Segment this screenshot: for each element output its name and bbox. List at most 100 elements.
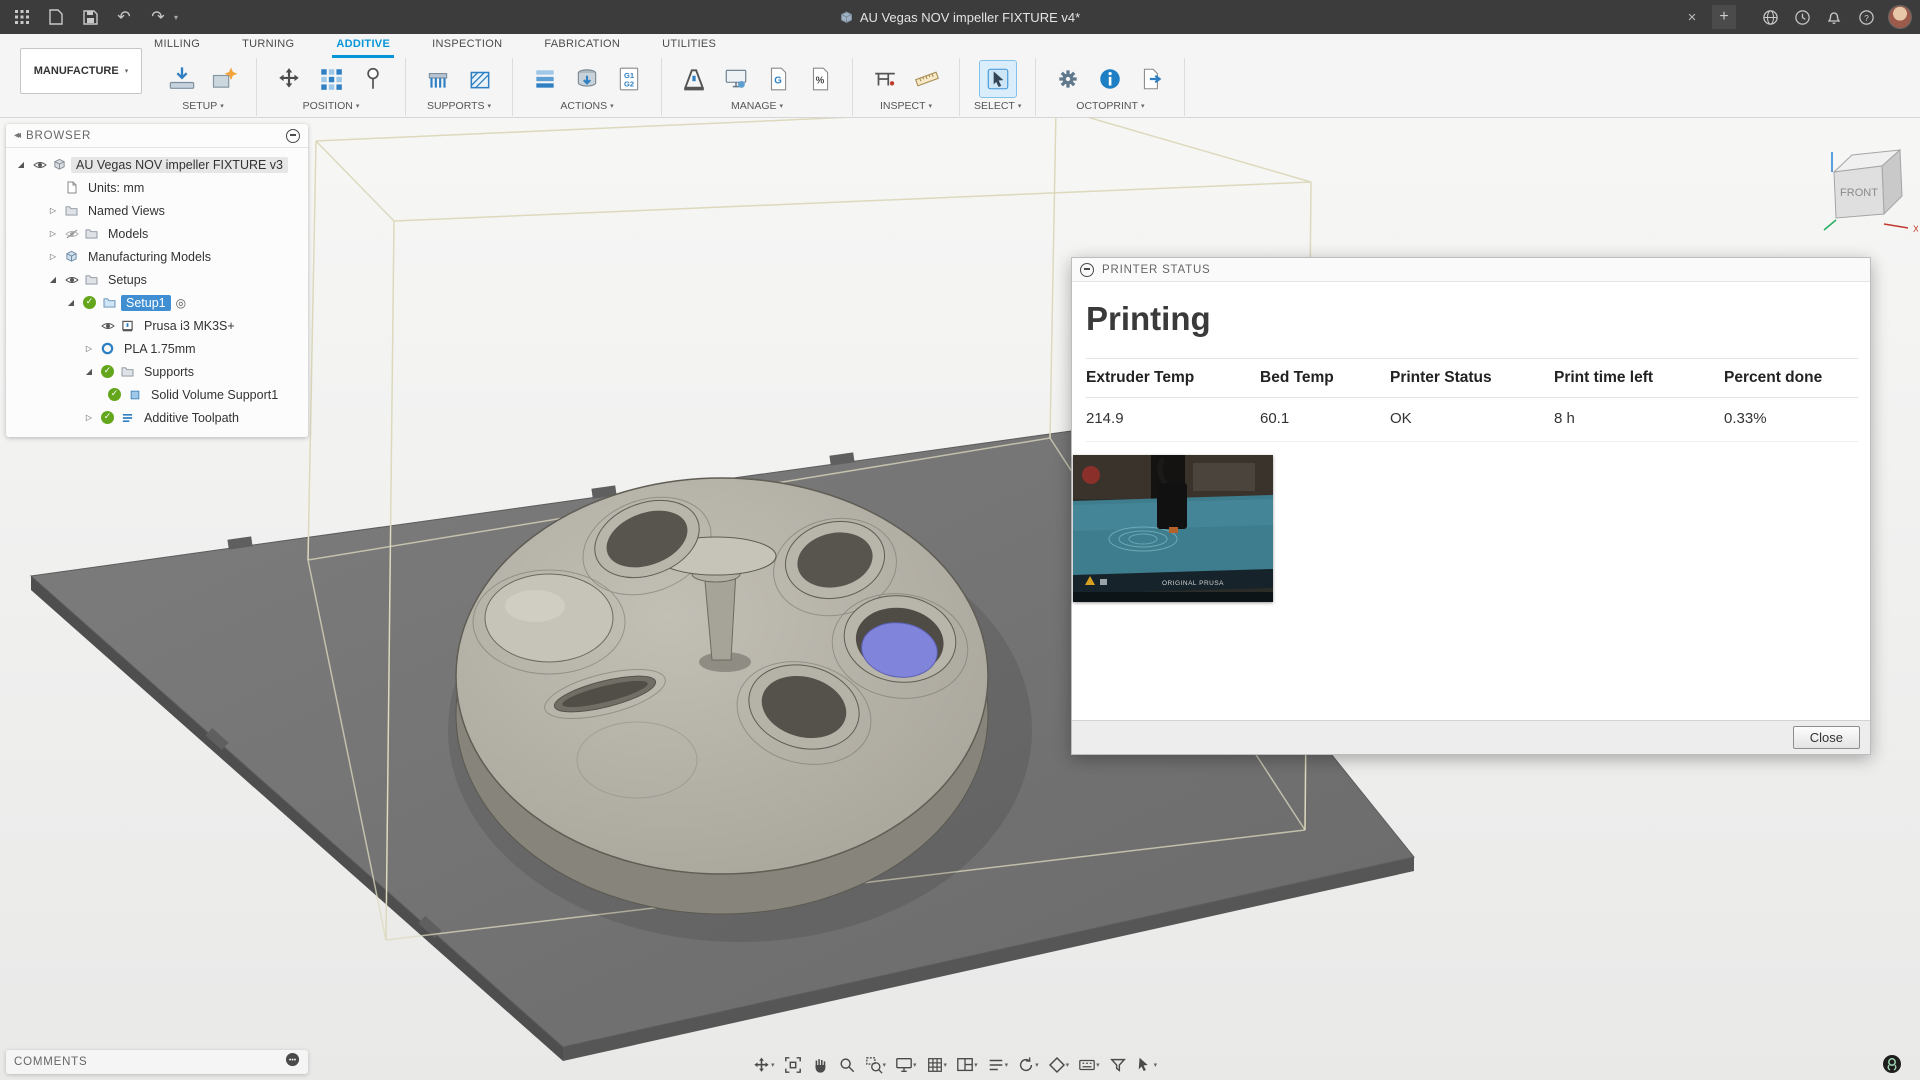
select-tool-icon[interactable]: [980, 61, 1016, 97]
view-cube[interactable]: FRONT X: [1818, 138, 1918, 238]
expand-arrow-icon[interactable]: ◢: [14, 160, 28, 169]
position-icon[interactable]: ▾: [752, 1056, 775, 1075]
close-tab-icon[interactable]: ×: [1682, 7, 1702, 27]
tab-turning[interactable]: TURNING: [238, 34, 298, 58]
visual-style-icon[interactable]: ▾: [987, 1056, 1009, 1074]
move-icon[interactable]: [271, 61, 307, 97]
visibility-eye-off-icon[interactable]: [63, 229, 80, 239]
octoprint-settings-gear-icon[interactable]: [1050, 61, 1086, 97]
machine-library-icon[interactable]: [676, 61, 712, 97]
create-from-template-icon[interactable]: [206, 61, 242, 97]
tab-additive[interactable]: ADDITIVE: [332, 34, 394, 58]
expand-arrow-icon[interactable]: ▷: [46, 229, 60, 238]
measure-icon[interactable]: [867, 61, 903, 97]
active-setup-target-icon[interactable]: ◎: [176, 296, 186, 310]
zoom-window-icon[interactable]: ▾: [865, 1056, 887, 1074]
tab-fabrication[interactable]: FABRICATION: [540, 34, 624, 58]
octoprint-upload-icon[interactable]: [1134, 61, 1170, 97]
extensions-icon[interactable]: [1760, 7, 1780, 27]
close-button[interactable]: Close: [1793, 726, 1860, 749]
zoom-icon[interactable]: [838, 1056, 856, 1074]
named-views-icon[interactable]: ▾: [1048, 1056, 1070, 1074]
save-icon[interactable]: [80, 7, 100, 27]
tree-item-root[interactable]: ◢ AU Vegas NOV impeller FIXTURE v3: [6, 153, 308, 176]
group-label-setup[interactable]: SETUP▾: [182, 100, 224, 112]
display-settings-icon[interactable]: ▾: [895, 1056, 917, 1074]
redo-icon[interactable]: ↷: [148, 7, 168, 27]
collapse-panel-icon[interactable]: ◂◂: [14, 130, 18, 141]
tree-item-manufacturing-models[interactable]: ▷ Manufacturing Models: [6, 245, 308, 268]
tree-item-additive-toolpath[interactable]: ▷ ✓ Additive Toolpath: [6, 406, 308, 429]
expand-arrow-icon[interactable]: ◢: [46, 275, 60, 284]
tree-item-supports[interactable]: ◢ ✓ Supports: [6, 360, 308, 383]
comments-bubble-icon[interactable]: [285, 1052, 300, 1072]
machine-control-icon[interactable]: [718, 61, 754, 97]
tree-item-material[interactable]: ▷ PLA 1.75mm: [6, 337, 308, 360]
user-avatar[interactable]: [1888, 5, 1912, 29]
placement-pin-icon[interactable]: [355, 61, 391, 97]
tab-milling[interactable]: MILLING: [150, 34, 204, 58]
redo-dropdown-caret[interactable]: ▾: [174, 13, 178, 22]
printer-machine-icon: [119, 320, 136, 332]
slice-layers-icon[interactable]: [527, 61, 563, 97]
expand-arrow-icon[interactable]: ▷: [82, 413, 96, 422]
post-process-icon[interactable]: G1 G2: [611, 61, 647, 97]
fit-view-icon[interactable]: [784, 1056, 802, 1074]
expand-arrow-icon[interactable]: ▷: [46, 206, 60, 215]
ruler-icon[interactable]: [909, 61, 945, 97]
selection-tools-icon[interactable]: ▾: [1136, 1056, 1158, 1074]
expand-arrow-icon[interactable]: ▷: [82, 344, 96, 353]
group-label-supports[interactable]: SUPPORTS▾: [427, 100, 491, 112]
expand-arrow-icon[interactable]: ◢: [64, 298, 78, 307]
octoprint-info-icon[interactable]: [1092, 61, 1128, 97]
toolpath-ok-check-icon: ✓: [99, 411, 116, 424]
nc-program-icon[interactable]: G: [760, 61, 796, 97]
pan-hand-icon[interactable]: [811, 1056, 829, 1074]
templates-doc-icon[interactable]: %: [802, 61, 838, 97]
text-commands-icon[interactable]: ▾: [1078, 1056, 1100, 1074]
group-label-position[interactable]: POSITION▾: [303, 100, 360, 112]
tree-item-solid-volume-support[interactable]: ✓ Solid Volume Support1: [6, 383, 308, 406]
tree-item-models[interactable]: ▷ Models: [6, 222, 308, 245]
notifications-bell-icon[interactable]: [1824, 7, 1844, 27]
tab-inspection[interactable]: INSPECTION: [428, 34, 506, 58]
file-menu-icon[interactable]: [46, 7, 66, 27]
simulate-icon[interactable]: [569, 61, 605, 97]
comments-panel[interactable]: COMMENTS: [6, 1050, 308, 1074]
viewcube-front-label[interactable]: FRONT: [1840, 187, 1878, 199]
tree-item-named-views[interactable]: ▷ Named Views: [6, 199, 308, 222]
selection-filter-icon[interactable]: [1109, 1056, 1127, 1074]
group-label-octoprint[interactable]: OCTOPRINT▾: [1076, 100, 1144, 112]
collapse-dialog-icon[interactable]: [1080, 263, 1094, 277]
undo-icon[interactable]: ↶: [114, 7, 134, 27]
workspace-selector[interactable]: MANUFACTURE ▾: [20, 48, 142, 94]
support-volume-icon[interactable]: [420, 61, 456, 97]
grid-snaps-icon[interactable]: ▾: [926, 1056, 948, 1074]
new-setup-icon[interactable]: [164, 61, 200, 97]
octoprint-connection-icon[interactable]: [1882, 1054, 1902, 1074]
browser-panel-title: BROWSER: [26, 130, 278, 142]
app-grid-icon[interactable]: [12, 7, 32, 27]
refresh-orbit-icon[interactable]: ▾: [1017, 1056, 1039, 1074]
tree-item-units[interactable]: Units: mm: [6, 176, 308, 199]
visibility-eye-icon[interactable]: [99, 321, 116, 331]
group-label-select[interactable]: SELECT▾: [974, 100, 1021, 112]
expand-arrow-icon[interactable]: ▷: [46, 252, 60, 261]
tree-item-printer[interactable]: Prusa i3 MK3S+: [6, 314, 308, 337]
group-label-actions[interactable]: ACTIONS▾: [560, 100, 613, 112]
arrange-icon[interactable]: [313, 61, 349, 97]
support-bar-icon[interactable]: [462, 61, 498, 97]
tab-utilities[interactable]: UTILITIES: [658, 34, 720, 58]
job-status-icon[interactable]: [1792, 7, 1812, 27]
tree-item-setups[interactable]: ◢ Setups: [6, 268, 308, 291]
help-icon[interactable]: ?: [1856, 7, 1876, 27]
expand-arrow-icon[interactable]: ◢: [82, 367, 96, 376]
new-tab-button[interactable]: +: [1712, 5, 1736, 29]
group-label-manage[interactable]: MANAGE▾: [731, 100, 783, 112]
visibility-eye-icon[interactable]: [31, 160, 48, 170]
visibility-eye-icon[interactable]: [63, 275, 80, 285]
tree-item-setup1[interactable]: ◢ ✓ Setup1 ◎: [6, 291, 308, 314]
group-label-inspect[interactable]: INSPECT▾: [880, 100, 932, 112]
viewports-icon[interactable]: ▾: [956, 1056, 978, 1074]
minimize-panel-icon[interactable]: [286, 129, 300, 143]
